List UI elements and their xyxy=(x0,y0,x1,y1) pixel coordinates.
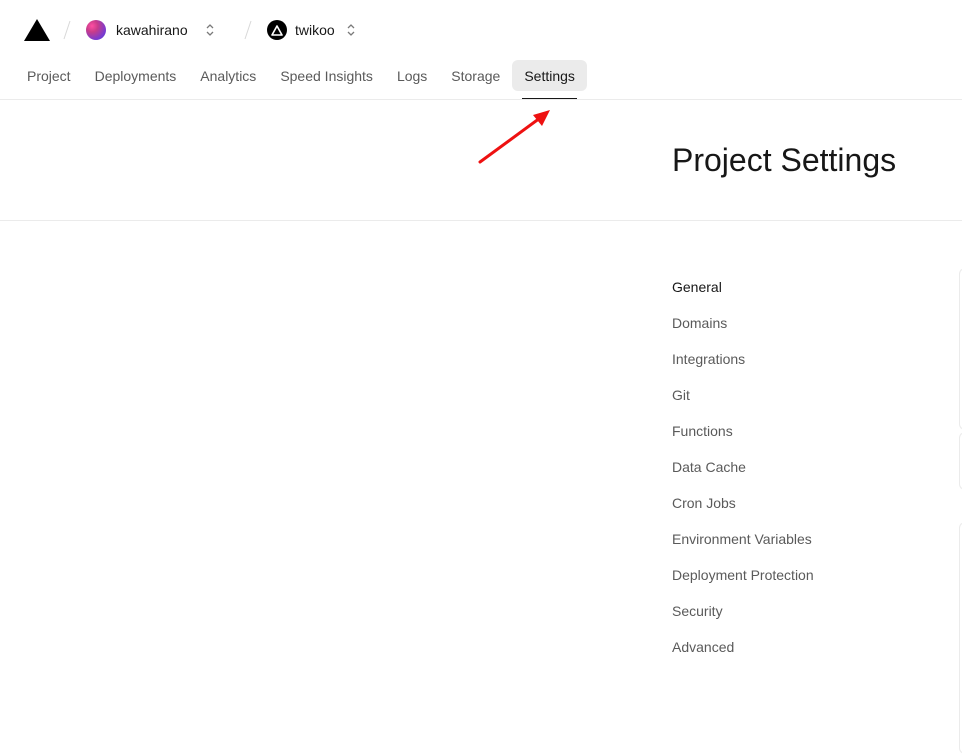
project-switcher[interactable]: twikoo xyxy=(267,18,357,42)
project-triangle-icon xyxy=(267,20,287,40)
tab-storage[interactable]: Storage xyxy=(439,60,512,91)
settings-item-deployment-protection[interactable]: Deployment Protection xyxy=(672,558,952,594)
tab-label: Deployments xyxy=(94,67,177,84)
tab-label: Analytics xyxy=(200,67,257,84)
tab-label: Speed Insights xyxy=(280,67,373,84)
title-divider xyxy=(0,220,962,221)
tab-label: Settings xyxy=(524,67,575,84)
tab-analytics[interactable]: Analytics xyxy=(188,60,268,91)
breadcrumb-separator-icon xyxy=(63,20,71,40)
settings-item-functions[interactable]: Functions xyxy=(672,414,952,450)
settings-item-git[interactable]: Git xyxy=(672,378,952,414)
team-name: kawahirano xyxy=(116,22,188,38)
top-bar: kawahirano twikoo xyxy=(0,0,962,60)
tab-label: Project xyxy=(27,67,71,84)
tab-label: Storage xyxy=(451,67,501,84)
tab-deployments[interactable]: Deployments xyxy=(83,60,189,91)
tab-logs[interactable]: Logs xyxy=(385,60,439,91)
settings-item-security[interactable]: Security xyxy=(672,594,952,630)
settings-item-domains[interactable]: Domains xyxy=(672,306,952,342)
settings-item-environment-variables[interactable]: Environment Variables xyxy=(672,522,952,558)
settings-sidebar: General Domains Integrations Git Functio… xyxy=(672,270,952,666)
chevron-up-down-icon[interactable] xyxy=(204,22,216,38)
tab-speed-insights[interactable]: Speed Insights xyxy=(268,60,385,91)
settings-item-data-cache[interactable]: Data Cache xyxy=(672,450,952,486)
breadcrumb-separator-icon xyxy=(244,20,252,40)
team-switcher[interactable]: kawahirano xyxy=(86,18,216,42)
tab-settings[interactable]: Settings xyxy=(512,60,587,100)
settings-item-integrations[interactable]: Integrations xyxy=(672,342,952,378)
page-title: Project Settings xyxy=(672,142,897,178)
settings-item-general[interactable]: General xyxy=(672,270,952,306)
settings-item-cron-jobs[interactable]: Cron Jobs xyxy=(672,486,952,522)
settings-item-advanced[interactable]: Advanced xyxy=(672,630,952,666)
tab-label: Logs xyxy=(396,67,428,84)
vercel-logo-icon[interactable] xyxy=(24,19,50,41)
chevron-up-down-icon[interactable] xyxy=(345,22,357,38)
project-tabs: Project Deployments Analytics Speed Insi… xyxy=(15,60,587,100)
team-avatar xyxy=(86,20,106,40)
tab-project[interactable]: Project xyxy=(15,60,83,91)
project-name: twikoo xyxy=(295,22,335,38)
red-arrow-icon xyxy=(478,110,550,164)
